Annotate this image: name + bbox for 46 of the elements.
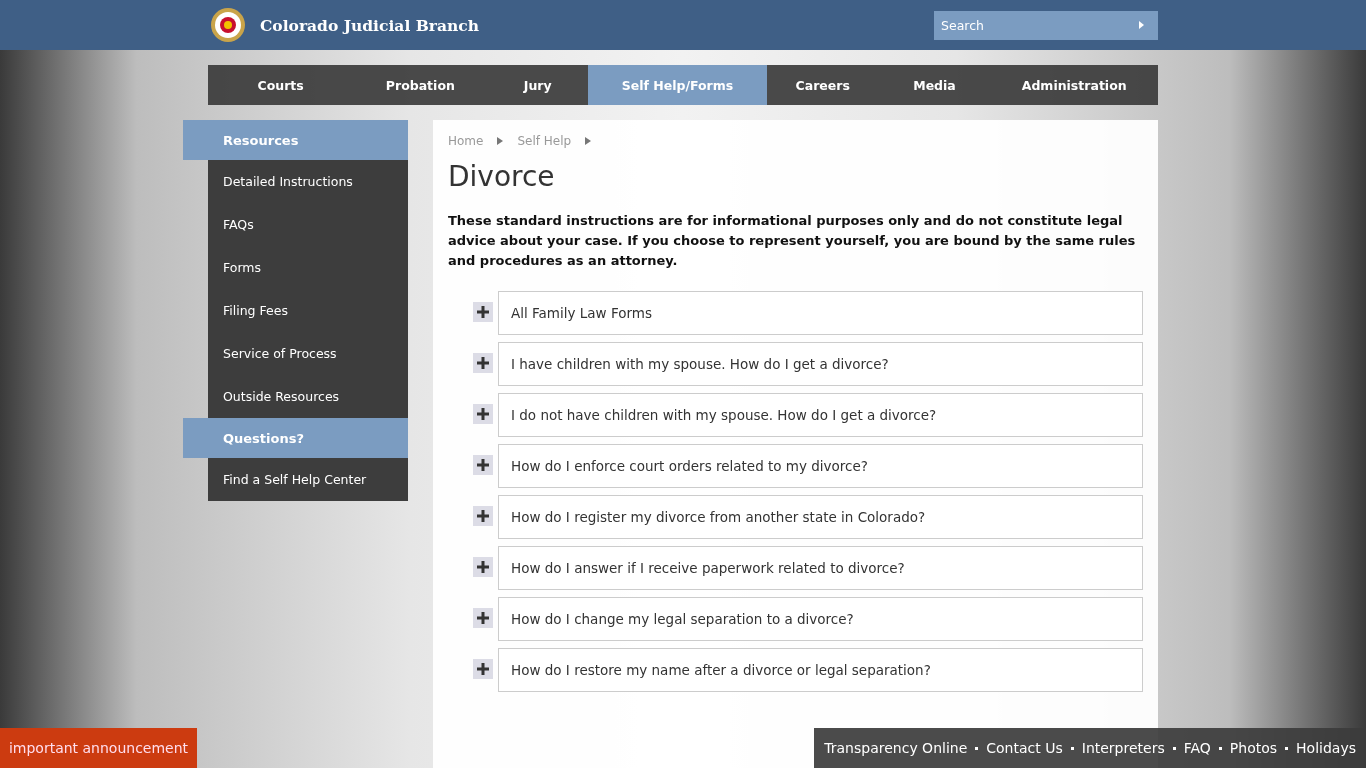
- sidebar-link[interactable]: Find a Self Help Center: [208, 458, 408, 501]
- footer-link[interactable]: FAQ: [1183, 740, 1211, 756]
- footer-link[interactable]: Interpreters: [1081, 740, 1165, 756]
- accordion-item[interactable]: All Family Law Forms: [498, 291, 1143, 335]
- sidebar-link[interactable]: Filing Fees: [208, 289, 408, 332]
- sidebar-heading: Questions?: [183, 418, 408, 458]
- plus-icon[interactable]: [473, 302, 493, 322]
- nav-tab[interactable]: Media: [878, 65, 991, 105]
- accordion-item[interactable]: How do I register my divorce from another state in Colorado?: [498, 495, 1143, 539]
- accordion-item[interactable]: How do I restore my name after a divorce or legal separation?: [498, 648, 1143, 692]
- nav-tab[interactable]: Careers: [766, 65, 879, 105]
- plus-icon[interactable]: [473, 659, 493, 679]
- accordion-item[interactable]: How do I answer if I receive paperwork related to divorce?: [498, 546, 1143, 590]
- sidebar-link[interactable]: Detailed Instructions: [208, 160, 408, 203]
- arrow-icon[interactable]: [1139, 20, 1144, 29]
- site-title: Colorado Judicial Branch: [260, 15, 480, 35]
- announcement-link[interactable]: important announcement: [0, 728, 197, 768]
- nav-tab[interactable]: Jury: [487, 65, 588, 105]
- sidebar-link[interactable]: Forms: [208, 246, 408, 289]
- footer-link[interactable]: Photos: [1229, 740, 1278, 756]
- accordion-item[interactable]: I do not have children with my spouse. How do I get a divorce?: [498, 393, 1143, 437]
- plus-icon[interactable]: [473, 608, 493, 628]
- sidebar-heading: Resources: [183, 120, 408, 160]
- accordion-item[interactable]: How do I change my legal separation to a divorce?: [498, 597, 1143, 641]
- footer-link[interactable]: Contact Us: [986, 740, 1063, 756]
- footer-link[interactable]: Transparency Online: [824, 740, 968, 756]
- page-title: Divorce: [448, 160, 556, 193]
- sidebar-link[interactable]: FAQs: [208, 203, 408, 246]
- nav-tab[interactable]: Courts: [208, 65, 354, 105]
- sidebar-link[interactable]: Outside Resources: [208, 375, 408, 418]
- sidebar-link[interactable]: Service of Process: [208, 332, 408, 375]
- accordion-item[interactable]: How do I enforce court orders related to my divorce?: [498, 444, 1143, 488]
- nav-tab[interactable]: Administration: [990, 65, 1158, 105]
- nav-tab[interactable]: Probation: [353, 65, 488, 105]
- plus-icon[interactable]: [473, 455, 493, 475]
- disclaimer-text: These standard instructions are for informational purposes only and do not constitute legal advice about your case. If you choose to represent yourself, you are bound by the same rules and procedures as an attorney.: [448, 212, 1137, 270]
- footer-link[interactable]: Holidays: [1296, 740, 1356, 756]
- plus-icon[interactable]: [473, 557, 493, 577]
- plus-icon[interactable]: [473, 404, 493, 424]
- seal-icon: [210, 7, 246, 43]
- caret-icon: [497, 137, 504, 145]
- plus-icon[interactable]: [473, 353, 493, 373]
- search-field[interactable]: Search: [934, 10, 1158, 40]
- caret-icon: [585, 137, 592, 145]
- accordion-item[interactable]: I have children with my spouse. How do I get a divorce?: [498, 342, 1143, 386]
- plus-icon[interactable]: [473, 506, 493, 526]
